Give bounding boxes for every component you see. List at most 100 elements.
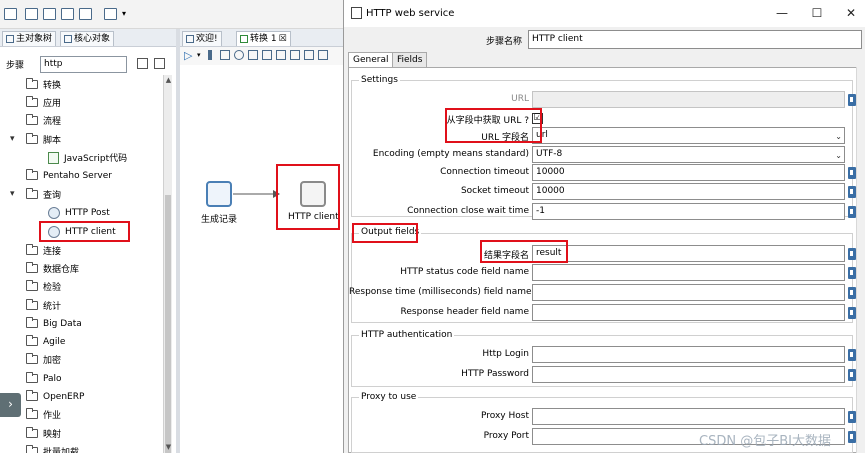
folder-icon: [26, 188, 38, 199]
tree-item-palo[interactable]: Palo: [26, 370, 62, 387]
pause-icon[interactable]: [208, 50, 212, 60]
tree-item-pentaho-server[interactable]: Pentaho Server: [26, 167, 112, 184]
url-field-select[interactable]: url ⌄: [532, 127, 845, 144]
search-input[interactable]: http: [40, 56, 127, 73]
close-tab-icon[interactable]: ☒: [279, 33, 287, 46]
new-file-icon[interactable]: [4, 8, 17, 20]
tree-item-flow[interactable]: 流程: [26, 112, 61, 129]
variable-icon[interactable]: [848, 267, 856, 279]
preview-icon[interactable]: [234, 50, 244, 60]
chevron-down-icon[interactable]: ⌄: [835, 148, 842, 163]
close-button[interactable]: ✕: [841, 4, 861, 22]
http-password-input[interactable]: [532, 366, 845, 383]
expand-panel-button[interactable]: ›: [0, 393, 21, 417]
run-dropdown-icon[interactable]: ▾: [197, 51, 201, 59]
explore-db-icon[interactable]: [318, 50, 328, 60]
tab-main-tree[interactable]: 主对象树: [2, 31, 57, 46]
tab-core-objects[interactable]: 核心对象: [60, 31, 115, 46]
maximize-button[interactable]: ☐: [807, 4, 827, 22]
variable-icon[interactable]: [848, 431, 856, 443]
variable-icon[interactable]: [848, 307, 856, 319]
general-panel: Settings URL 从字段中获取 URL ? ☑ URL 字段名 url …: [348, 67, 865, 453]
javascript-icon: [48, 151, 59, 164]
tree-item-label: 作业: [43, 411, 62, 421]
tree-item-agile[interactable]: Agile: [26, 333, 65, 350]
tree-item-statistics[interactable]: 统计: [26, 297, 61, 314]
http-login-input[interactable]: [532, 346, 845, 363]
variable-icon[interactable]: [848, 248, 856, 260]
variable-icon[interactable]: [848, 94, 856, 106]
chevron-down-icon[interactable]: ▾: [10, 189, 15, 199]
result-field-input[interactable]: result: [532, 245, 845, 262]
explore-icon[interactable]: [43, 8, 56, 20]
tree-item-bulk-load[interactable]: 批量加载: [26, 443, 79, 453]
sql-icon[interactable]: [304, 50, 314, 60]
variable-icon[interactable]: [848, 349, 856, 361]
layers-icon[interactable]: [104, 8, 117, 20]
scroll-down-icon[interactable]: ▼: [164, 443, 173, 452]
tree-item-join[interactable]: 连接: [26, 242, 61, 259]
tree-item-transform[interactable]: 转换: [26, 76, 61, 93]
chevron-down-icon[interactable]: ⌄: [835, 129, 842, 144]
save-icon[interactable]: [61, 8, 74, 20]
variable-icon[interactable]: [848, 287, 856, 299]
scroll-thumb[interactable]: [165, 195, 171, 453]
canvas-toolbar: ▷ ▾: [180, 47, 343, 65]
collapse-all-icon[interactable]: [154, 58, 165, 69]
tree-item-lookup[interactable]: 查询: [26, 186, 61, 203]
step-search: 步骤 http: [0, 53, 178, 75]
debug-icon[interactable]: [248, 50, 258, 60]
tab-general[interactable]: General: [348, 52, 394, 68]
socket-timeout-input[interactable]: 10000: [532, 183, 845, 200]
open-folder-icon[interactable]: [25, 8, 38, 20]
conn-timeout-input[interactable]: 10000: [532, 164, 845, 181]
verify-icon[interactable]: [276, 50, 286, 60]
transformation-canvas[interactable]: 生成记录 HTTP client: [180, 65, 343, 453]
expand-all-icon[interactable]: [137, 58, 148, 69]
scroll-up-icon[interactable]: ▲: [164, 76, 173, 85]
response-header-input[interactable]: [532, 304, 845, 321]
variable-icon[interactable]: [848, 411, 856, 423]
impact-icon[interactable]: [290, 50, 300, 60]
variable-icon[interactable]: [848, 369, 856, 381]
tree-item-encryption[interactable]: 加密: [26, 351, 61, 368]
tree-item-data-warehouse[interactable]: 数据仓库: [26, 260, 79, 277]
variable-icon[interactable]: [848, 167, 856, 179]
dialog-scrollbar[interactable]: [856, 67, 865, 453]
dialog-titlebar[interactable]: HTTP web service — ☐ ✕: [344, 0, 865, 27]
generate-rows-step-icon[interactable]: [206, 181, 232, 207]
status-code-input[interactable]: [532, 264, 845, 281]
response-time-input[interactable]: [532, 284, 845, 301]
tab-transform-1[interactable]: 转换 1 ☒: [236, 31, 291, 46]
tree-item-application[interactable]: 应用: [26, 94, 61, 111]
tree-item-job[interactable]: 作业: [26, 406, 61, 423]
close-wait-input[interactable]: -1: [532, 203, 845, 220]
stop-icon[interactable]: [220, 50, 230, 60]
tree-item-javascript[interactable]: JavaScript代码: [48, 149, 127, 166]
tab-fields[interactable]: Fields: [392, 52, 428, 67]
tree-item-validation[interactable]: 检验: [26, 278, 61, 295]
tree-scrollbar[interactable]: ▲ ▼: [163, 75, 172, 453]
minimize-button[interactable]: —: [772, 4, 792, 22]
tree-item-http-post[interactable]: HTTP Post: [48, 204, 110, 221]
tree-item-big-data[interactable]: Big Data: [26, 315, 82, 332]
variable-icon[interactable]: [848, 206, 856, 218]
proxy-host-input[interactable]: [532, 408, 845, 425]
tree-item-mapping[interactable]: 映射: [26, 425, 61, 442]
run-icon[interactable]: ▷: [184, 49, 192, 62]
tab-welcome[interactable]: 欢迎!: [182, 31, 222, 46]
folder-icon: [26, 169, 38, 180]
tree-item-label: 应用: [43, 99, 62, 109]
chevron-down-icon[interactable]: ▾: [10, 134, 15, 144]
proxy-port-label: Proxy Port: [483, 431, 529, 441]
tree-item-script[interactable]: 脚本: [26, 131, 61, 148]
step-name-input[interactable]: HTTP client: [528, 30, 862, 49]
close-wait-label: Connection close wait time: [407, 206, 529, 216]
variable-icon[interactable]: [848, 186, 856, 198]
tree-item-label: 数据仓库: [43, 265, 80, 275]
save-as-icon[interactable]: [79, 8, 92, 20]
encoding-select[interactable]: UTF-8 ⌄: [532, 146, 845, 163]
replay-icon[interactable]: [262, 50, 272, 60]
tree-item-openerp[interactable]: OpenERP: [26, 388, 84, 405]
layers-dropdown-icon[interactable]: ▾: [122, 9, 126, 18]
